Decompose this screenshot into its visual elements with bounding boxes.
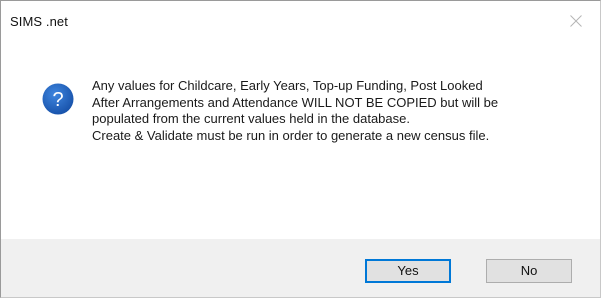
yes-button[interactable]: Yes xyxy=(365,259,451,283)
button-bar: Yes No xyxy=(1,239,600,297)
close-icon xyxy=(570,15,582,27)
title-bar[interactable]: SIMS .net xyxy=(1,1,600,41)
no-button[interactable]: No xyxy=(486,259,572,283)
window-title: SIMS .net xyxy=(10,14,68,29)
close-button[interactable] xyxy=(554,1,600,41)
svg-text:?: ? xyxy=(52,89,63,111)
message-dialog: SIMS .net ? Any values for Childcare, Ea xyxy=(0,0,601,298)
dialog-content: ? Any values for Childcare, Early Years,… xyxy=(1,41,600,239)
message-text: Any values for Childcare, Early Years, T… xyxy=(92,78,499,143)
question-icon: ? xyxy=(42,83,74,115)
